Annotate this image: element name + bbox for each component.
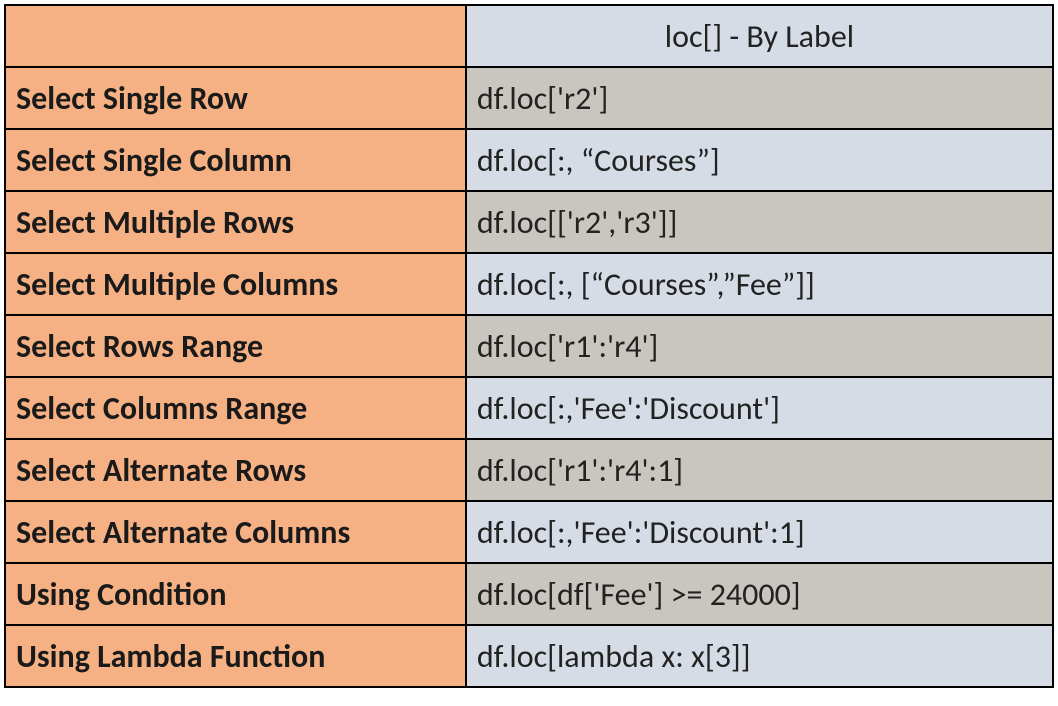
table-row: Select Alternate Columns df.loc[:,'Fee':… — [5, 501, 1053, 563]
row-label: Select Alternate Columns — [5, 501, 466, 563]
row-code: df.loc[:,'Fee':'Discount':1] — [466, 501, 1053, 563]
row-label: Select Multiple Columns — [5, 253, 466, 315]
row-label: Select Rows Range — [5, 315, 466, 377]
row-code: df.loc[:,'Fee':'Discount'] — [466, 377, 1053, 439]
row-label: Using Lambda Function — [5, 625, 466, 687]
header-blank-cell — [5, 5, 466, 67]
row-label: Select Single Column — [5, 129, 466, 191]
table-row: Select Alternate Rows df.loc['r1':'r4':1… — [5, 439, 1053, 501]
row-code: df.loc[:, [“Courses”,”Fee”]] — [466, 253, 1053, 315]
row-label: Select Multiple Rows — [5, 191, 466, 253]
row-label: Select Alternate Rows — [5, 439, 466, 501]
table-row: Select Columns Range df.loc[:,'Fee':'Dis… — [5, 377, 1053, 439]
row-code: df.loc[['r2','r3']] — [466, 191, 1053, 253]
row-code: df.loc['r1':'r4'] — [466, 315, 1053, 377]
row-label: Select Single Row — [5, 67, 466, 129]
table-row: Select Multiple Rows df.loc[['r2','r3']] — [5, 191, 1053, 253]
row-code: df.loc[df['Fee'] >= 24000] — [466, 563, 1053, 625]
table-row: Using Lambda Function df.loc[lambda x: x… — [5, 625, 1053, 687]
row-code: df.loc[lambda x: x[3]] — [466, 625, 1053, 687]
row-label: Select Columns Range — [5, 377, 466, 439]
row-code: df.loc['r1':'r4':1] — [466, 439, 1053, 501]
table-row: Select Multiple Columns df.loc[:, [“Cour… — [5, 253, 1053, 315]
row-code: df.loc['r2'] — [466, 67, 1053, 129]
table-row: Select Single Column df.loc[:, “Courses”… — [5, 129, 1053, 191]
table-row: Select Rows Range df.loc['r1':'r4'] — [5, 315, 1053, 377]
table-row: Using Condition df.loc[df['Fee'] >= 2400… — [5, 563, 1053, 625]
row-label: Using Condition — [5, 563, 466, 625]
row-code: df.loc[:, “Courses”] — [466, 129, 1053, 191]
header-title-cell: loc[] - By Label — [466, 5, 1053, 67]
loc-reference-table: loc[] - By Label Select Single Row df.lo… — [4, 4, 1054, 688]
table-header-row: loc[] - By Label — [5, 5, 1053, 67]
table-row: Select Single Row df.loc['r2'] — [5, 67, 1053, 129]
